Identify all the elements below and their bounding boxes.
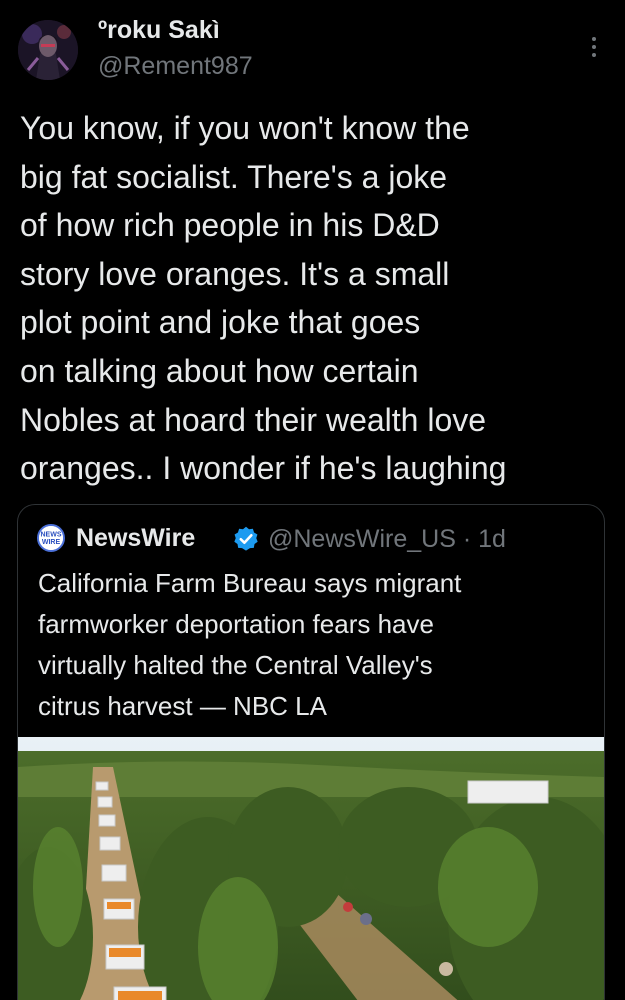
verified-badge-icon [234, 526, 258, 551]
quoted-tweet-card[interactable]: NEWS WIRE NewsWire @NewsWire_US · 1d Cal… [17, 504, 605, 1000]
avatar-image [18, 20, 78, 80]
quote-author-name[interactable]: NewsWire [76, 524, 195, 553]
display-name[interactable]: ºroku Sakì [98, 16, 220, 45]
tweet-post: ºroku Sakì @Rement987 You know, if you w… [0, 0, 625, 1000]
quote-header: NEWS WIRE NewsWire @NewsWire_US · 1d [36, 521, 596, 557]
user-handle[interactable]: @Rement987 [98, 52, 253, 81]
logo-text-top: NEWS [41, 532, 62, 539]
quote-line: California Farm Bureau says migrant [38, 568, 462, 598]
newswire-logo: NEWS WIRE [37, 524, 65, 552]
quote-handle-time: @NewsWire_US · 1d [268, 525, 506, 553]
tweet-text: You know, if you won't know the big fat … [20, 104, 612, 493]
tweet-line: Nobles at hoard their wealth love [20, 401, 487, 438]
more-vertical-icon[interactable] [586, 34, 602, 60]
tweet-line: story love oranges. It's a small [20, 255, 450, 292]
tweet-line: oranges.. I wonder if he's laughing [20, 450, 507, 487]
avatar[interactable] [18, 20, 78, 80]
quote-line: farmworker deportation fears have [38, 609, 434, 639]
quote-text: California Farm Bureau says migrant farm… [38, 563, 598, 727]
tweet-line: You know, if you won't know the [20, 110, 470, 146]
tweet-line: plot point and joke that goes [20, 304, 421, 341]
tweet-line: on talking about how certain [20, 352, 419, 389]
tweet-line: of how rich people in his D&D [20, 207, 440, 244]
logo-text-bottom: WIRE [42, 539, 61, 546]
quote-line: virtually halted the Central Valley's [38, 650, 433, 680]
tweet-line: big fat socialist. There's a joke [20, 158, 448, 195]
quote-line: citrus harvest — NBC LA [38, 691, 327, 721]
orchard-photo[interactable] [18, 737, 604, 1000]
